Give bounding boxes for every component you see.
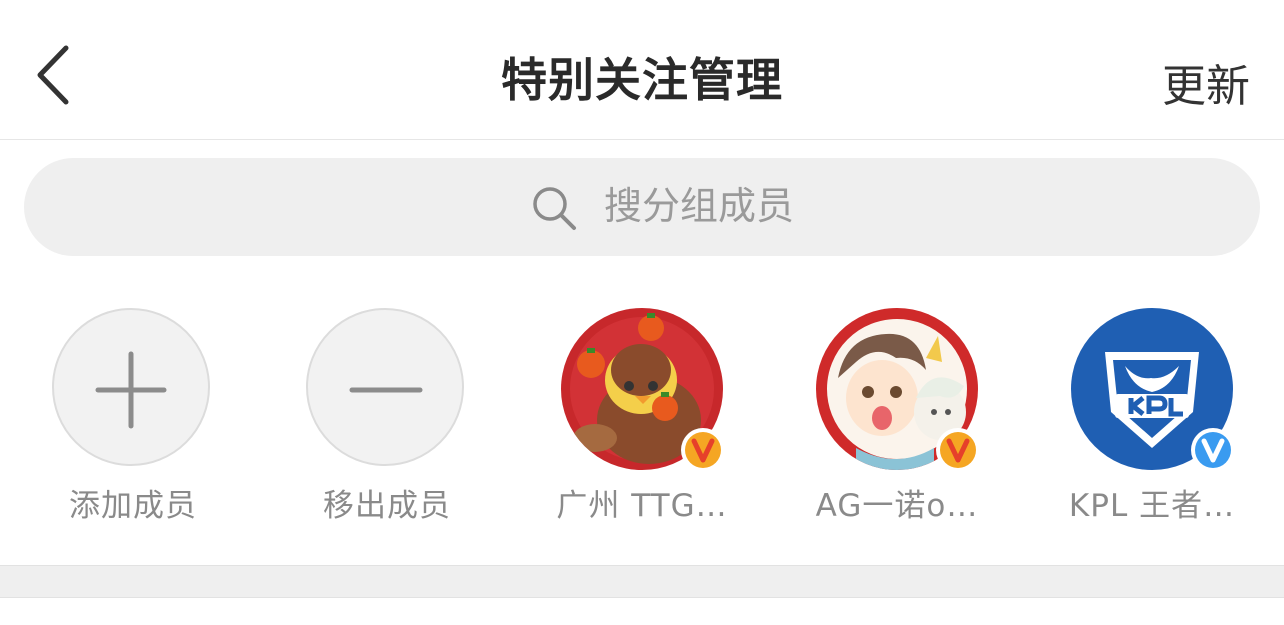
avatar-wrap (1071, 308, 1235, 472)
search-bar[interactable] (24, 158, 1260, 256)
verified-badge-icon (936, 428, 980, 472)
remove-member-button[interactable]: 移出成员 (287, 308, 487, 528)
member-name: KPL 王者… (1068, 488, 1236, 524)
member-item-ag[interactable]: AG一诺o… (797, 308, 997, 528)
member-item-kpl[interactable]: KPL 王者… (1052, 308, 1252, 528)
search-icon (533, 187, 576, 230)
section-divider (0, 565, 1284, 598)
remove-member-label: 移出成员 (323, 488, 451, 524)
update-button[interactable]: 更新 (1162, 50, 1250, 114)
page-title: 特别关注管理 (501, 53, 783, 107)
plus-icon (95, 351, 167, 429)
verified-badge-icon (681, 428, 725, 472)
member-name: 广州 TTG… (556, 488, 728, 524)
verified-badge-icon (1191, 428, 1235, 472)
member-item-ttg[interactable]: 广州 TTG… (542, 308, 742, 528)
member-row: 添加成员 移出成员 广州 TTG… AG一诺o… KPL 王者… (0, 308, 1284, 528)
add-member-circle[interactable] (52, 308, 210, 466)
search-input[interactable] (604, 178, 1204, 234)
avatar-wrap (561, 308, 725, 472)
minus-icon (349, 387, 423, 393)
add-member-button[interactable]: 添加成员 (33, 308, 233, 528)
remove-member-circle[interactable] (306, 308, 464, 466)
avatar-wrap (816, 308, 980, 472)
navigation-bar: 特别关注管理 更新 (0, 0, 1284, 140)
add-member-label: 添加成员 (69, 488, 197, 524)
member-name: AG一诺o… (815, 488, 979, 524)
